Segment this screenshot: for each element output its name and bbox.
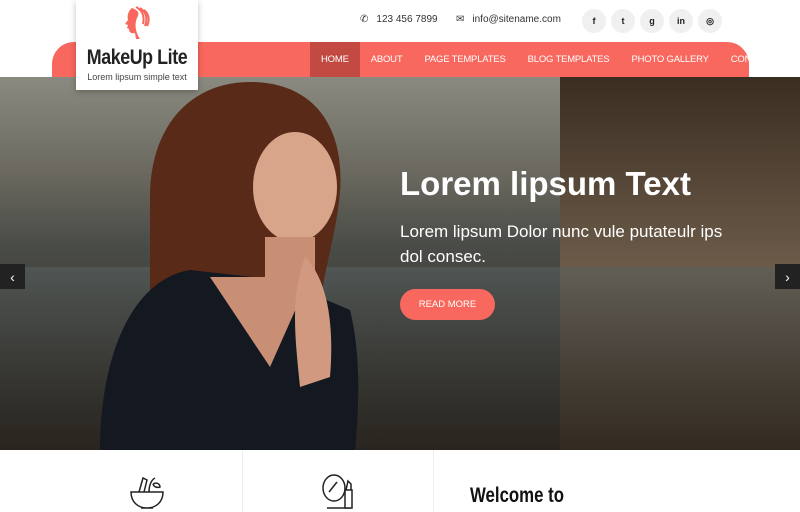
mortar-pestle-icon <box>130 476 164 509</box>
prev-slide-arrow-icon[interactable]: ‹ <box>0 264 25 289</box>
envelope-icon: ✉ <box>456 14 465 25</box>
hero-slider: Lorem lipsum Text Lorem lipsum Dolor nun… <box>0 77 800 450</box>
facebook-icon[interactable]: f <box>582 9 606 33</box>
site-logo[interactable]: MakeUp Lite Lorem lipsum simple text <box>76 0 198 90</box>
nav-home[interactable]: HOME <box>310 42 360 77</box>
site-tagline: Lorem lipsum simple text <box>87 72 187 82</box>
hero-image-woman <box>100 82 359 450</box>
google-plus-icon[interactable]: g <box>640 9 664 33</box>
nav-blog-templates[interactable]: BLOG TEMPLATES <box>517 42 621 77</box>
feature-box <box>243 450 434 512</box>
instagram-icon[interactable]: ◎ <box>698 9 722 33</box>
email-contact[interactable]: ✉ info@sitename.com <box>456 14 561 25</box>
nav-photo-gallery[interactable]: PHOTO GALLERY <box>620 42 719 77</box>
nav-contact[interactable]: CONTACT <box>720 42 786 77</box>
mirror-lipstick-icon <box>322 474 353 509</box>
next-slide-arrow-icon[interactable]: › <box>775 264 800 289</box>
phone-icon: ✆ <box>360 14 369 25</box>
nav-page-templates[interactable]: PAGE TEMPLATES <box>413 42 516 77</box>
linkedin-icon[interactable]: in <box>669 9 693 33</box>
read-more-button[interactable]: READ MORE <box>400 289 495 320</box>
feature-box <box>0 450 243 512</box>
site-title: MakeUp Lite <box>86 46 188 69</box>
main-nav: HOME ABOUT PAGE TEMPLATES BLOG TEMPLATES… <box>310 42 786 77</box>
welcome-heading: Welcome to <box>470 484 564 507</box>
hero-text: Lorem lipsum Dolor nunc vule putateulr i… <box>400 222 723 266</box>
twitter-icon[interactable]: t <box>611 9 635 33</box>
woman-face-logo-icon <box>125 6 150 39</box>
social-links: f t g in ◎ <box>582 9 722 33</box>
hero-title: Lorem lipsum Text <box>400 165 691 202</box>
nav-about[interactable]: ABOUT <box>360 42 414 77</box>
phone-contact: ✆ 123 456 7899 <box>360 14 438 25</box>
